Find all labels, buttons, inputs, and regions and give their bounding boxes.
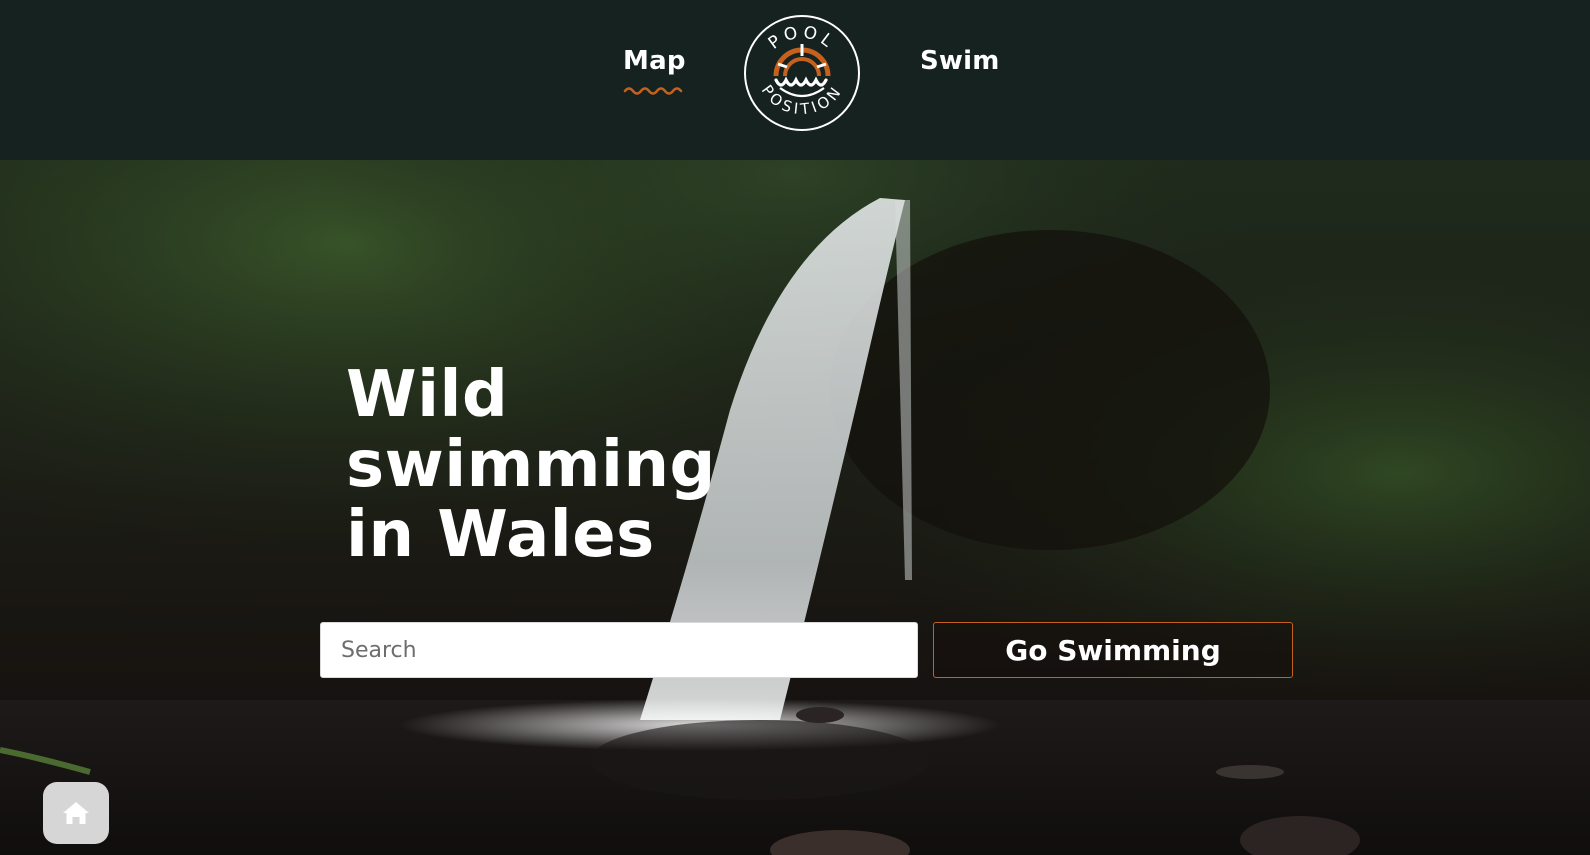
go-swimming-button[interactable]: Go Swimming [933,622,1293,678]
page: Map POOL POSITION Swim Wild swimming in … [0,0,1590,855]
logo-text-bottom: POSITION [758,81,843,118]
hero-waterfall-background [0,160,1590,855]
site-header: Map POOL POSITION Swim [0,0,1590,160]
nav-swim-label: Swim [920,46,1000,76]
hero-title: Wild swimming in Wales [346,358,716,572]
pool-position-logo[interactable]: POOL POSITION [740,14,864,132]
hero-section: Wild swimming in Wales Go Swimming [0,160,1590,855]
home-button[interactable] [43,782,109,844]
active-wave-underline-icon [623,87,683,95]
home-icon [63,802,89,824]
nav-link-map[interactable]: Map [623,46,686,95]
nav-link-swim[interactable]: Swim [920,46,1000,76]
nav-map-label: Map [623,46,686,76]
search-input[interactable] [320,622,918,678]
svg-text:POSITION: POSITION [758,81,847,118]
